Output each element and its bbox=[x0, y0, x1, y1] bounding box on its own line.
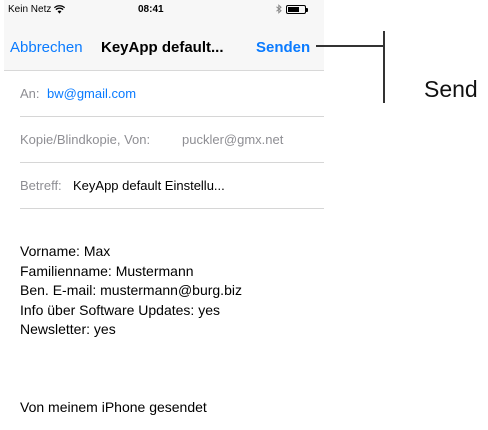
mail-signature: Von meinem iPhone gesendet bbox=[20, 399, 207, 415]
status-bar: Kein Netz 08:41 bbox=[4, 0, 324, 19]
status-right-group bbox=[276, 4, 308, 14]
to-recipient[interactable]: bw@gmail.com bbox=[47, 86, 136, 101]
body-line: Familienname: Mustermann bbox=[20, 262, 194, 279]
from-address[interactable]: puckler@gmx.net bbox=[182, 132, 283, 147]
to-label: An: bbox=[20, 86, 40, 101]
cancel-button[interactable]: Abbrechen bbox=[10, 39, 83, 56]
cc-bcc-from-label: Kopie/Blindkopie, Von: bbox=[20, 132, 151, 147]
battery-icon bbox=[286, 4, 308, 14]
callout-label: Send bbox=[424, 76, 478, 102]
subject-label: Betreff: bbox=[20, 178, 62, 193]
bluetooth-icon bbox=[276, 4, 282, 14]
callout-line-vertical bbox=[383, 31, 385, 103]
carrier-indicator: Kein Netz bbox=[8, 4, 66, 15]
subject-field[interactable]: Betreff: KeyApp default Einstellu... bbox=[20, 163, 324, 209]
body-line: Vorname: Max bbox=[20, 243, 111, 259]
callout-line-horizontal bbox=[316, 45, 384, 47]
carrier-label: Kein Netz bbox=[8, 4, 52, 15]
to-field[interactable]: An: bw@gmail.com bbox=[20, 71, 324, 117]
status-time: 08:41 bbox=[138, 4, 164, 15]
body-line: Ben. E-mail: mustermann@burg.biz bbox=[20, 282, 242, 299]
mail-title: KeyApp default... bbox=[101, 39, 224, 56]
mail-body[interactable]: Vorname: Max Familienname: Mustermann Be… bbox=[20, 242, 324, 340]
send-button[interactable]: Senden bbox=[256, 39, 310, 56]
mail-compose-screen: Kein Netz 08:41 Abbrechen KeyApp default… bbox=[4, 0, 324, 430]
cc-bcc-from-field[interactable]: Kopie/Blindkopie, Von: puckler@gmx.net bbox=[20, 117, 324, 163]
battery-fill bbox=[288, 6, 300, 12]
battery-cap bbox=[306, 7, 308, 12]
navigation-bar: Abbrechen KeyApp default... Senden bbox=[4, 19, 324, 71]
subject-value[interactable]: KeyApp default Einstellu... bbox=[73, 178, 225, 193]
body-line: Newsletter: yes bbox=[20, 321, 116, 338]
body-line: Info über Software Updates: yes bbox=[20, 301, 220, 318]
wifi-icon bbox=[54, 5, 66, 14]
